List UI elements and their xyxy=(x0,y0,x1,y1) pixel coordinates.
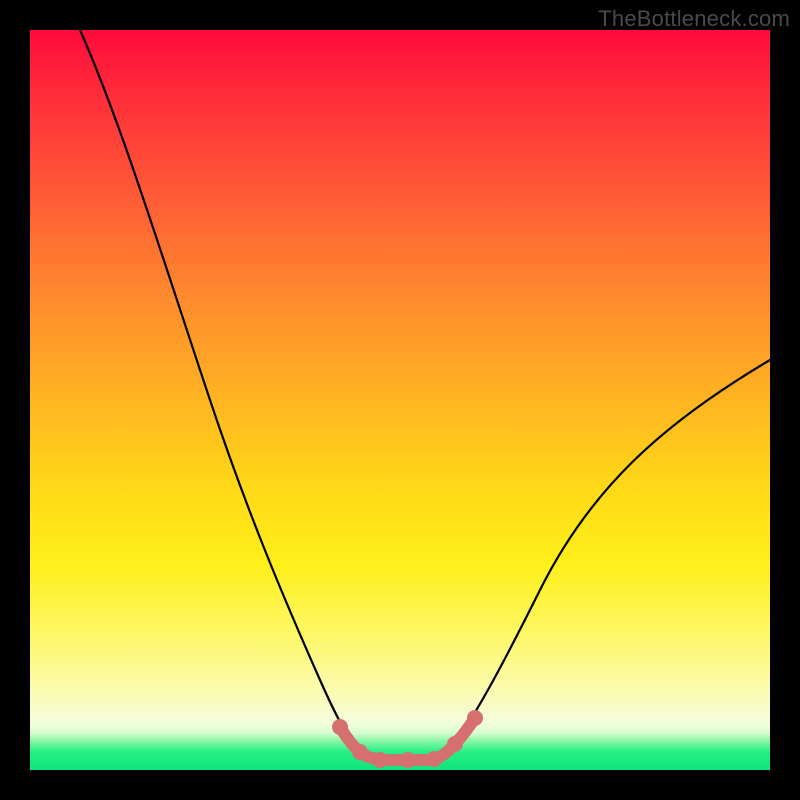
accent-dot xyxy=(426,751,442,767)
chart-svg xyxy=(30,30,770,770)
accent-dot xyxy=(400,752,416,768)
watermark-text: TheBottleneck.com xyxy=(598,6,790,32)
accent-dot xyxy=(332,719,348,735)
chart-frame: TheBottleneck.com xyxy=(0,0,800,800)
accent-dot xyxy=(372,752,388,768)
accent-dot xyxy=(352,744,368,760)
accent-dot xyxy=(467,710,483,726)
main-curve xyxy=(80,30,770,760)
accent-dot xyxy=(447,736,463,752)
plot-area xyxy=(30,30,770,770)
